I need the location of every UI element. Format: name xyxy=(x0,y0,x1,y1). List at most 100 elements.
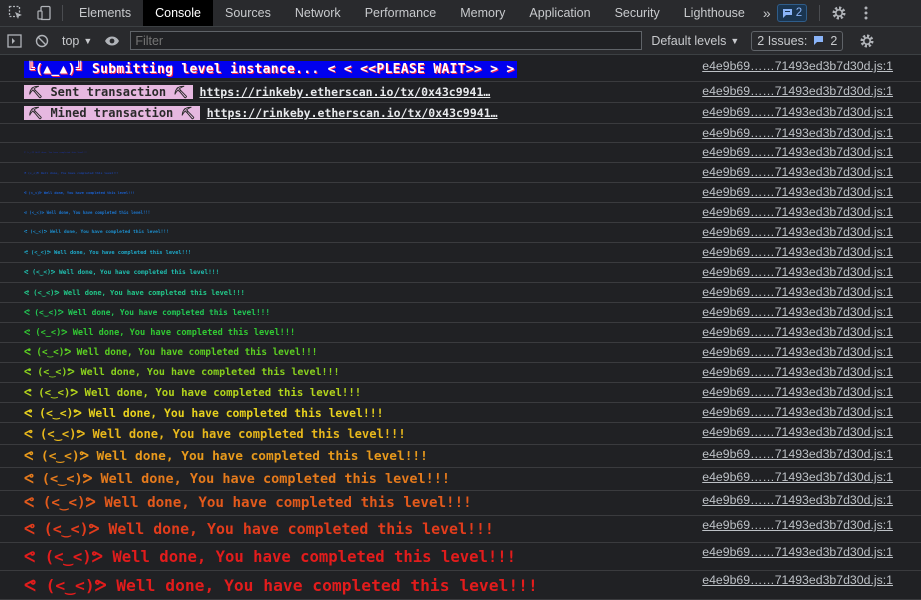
more-options-icon[interactable] xyxy=(854,0,878,26)
source-link[interactable]: e4e9b69……71493ed3b7d30d.js:1 xyxy=(702,84,893,98)
console-settings-gear-icon[interactable] xyxy=(853,27,881,54)
source-link[interactable]: e4e9b69……71493ed3b7d30d.js:1 xyxy=(702,365,893,379)
tab-application[interactable]: Application xyxy=(517,0,602,26)
log-row: ᕙ (<‿<)ᕗ Well done, You have completed t… xyxy=(0,283,921,303)
source-link[interactable]: e4e9b69……71493ed3b7d30d.js:1 xyxy=(702,447,893,461)
log-message: ᕙ (<‿<)ᕗ Well done, You have completed t… xyxy=(24,543,516,570)
log-message: ᕙ (<‿<)ᕗ Well done, You have completed t… xyxy=(24,323,295,342)
source-link[interactable]: e4e9b69……71493ed3b7d30d.js:1 xyxy=(702,425,893,439)
filter-input[interactable] xyxy=(130,31,643,50)
source-link[interactable]: e4e9b69……71493ed3b7d30d.js:1 xyxy=(702,265,893,279)
log-message: ᕙ (<‿<)ᕗ Well done, You have completed t… xyxy=(24,445,428,467)
tab-network[interactable]: Network xyxy=(283,0,353,26)
log-message: ᕙ (<‿<)ᕗ Well done, You have completed t… xyxy=(24,263,219,282)
tab-lighthouse[interactable]: Lighthouse xyxy=(672,0,757,26)
source-link[interactable]: e4e9b69……71493ed3b7d30d.js:1 xyxy=(702,545,893,559)
log-row: ᕙ (<‿<)ᕗ Well done, You have completed t… xyxy=(0,243,921,263)
source-link[interactable]: e4e9b69……71493ed3b7d30d.js:1 xyxy=(702,405,893,419)
log-row: ᕙ (<‿<)ᕗ Well done, You have completed t… xyxy=(0,163,921,183)
well-done-text: ᕙ (<‿<)ᕗ Well done, You have completed t… xyxy=(24,547,517,566)
well-done-text: ᕙ (<‿<)ᕗ Well done, You have completed t… xyxy=(24,347,318,358)
source-link[interactable]: e4e9b69……71493ed3b7d30d.js:1 xyxy=(702,225,893,239)
well-done-text: ᕙ (<‿<)ᕗ Well done, You have completed t… xyxy=(24,269,220,276)
settings-gear-icon[interactable] xyxy=(824,0,854,26)
log-message: ᕙ (<‿<)ᕗ Well done, You have completed t… xyxy=(24,163,119,182)
source-link[interactable]: e4e9b69……71493ed3b7d30d.js:1 xyxy=(702,185,893,199)
live-expression-eye-icon[interactable] xyxy=(98,27,126,54)
log-message: ᕙ (<‿<)ᕗ Well done, You have completed t… xyxy=(24,183,134,202)
issues-label: 2 Issues: xyxy=(757,33,808,48)
log-row: ᕙ (<‿<)ᕗ Well done, You have completed t… xyxy=(0,183,921,203)
log-row: ᕙ (<‿<)ᕗ Well done, You have completed t… xyxy=(0,303,921,323)
log-message: ⛏ Sent transaction ⛏ https://rinkeby.eth… xyxy=(24,82,490,102)
log-message: ᕙ (<‿<)ᕗ Well done, You have completed t… xyxy=(24,143,87,162)
source-link[interactable]: e4e9b69……71493ed3b7d30d.js:1 xyxy=(702,345,893,359)
log-row: ╚(▲_▲)╝ Submitting level instance... < < … xyxy=(0,57,921,82)
well-done-text: ᕙ (<‿<)ᕗ Well done, You have completed t… xyxy=(24,249,192,256)
source-link[interactable]: e4e9b69……71493ed3b7d30d.js:1 xyxy=(702,105,893,119)
log-message: ᕙ (<‿<)ᕗ Well done, You have completed t… xyxy=(24,203,150,222)
more-tabs-button[interactable]: » xyxy=(757,5,777,21)
console-toolbar: top ▼ Default levels ▼ 2 Issues: 2 xyxy=(0,27,921,55)
mined-transaction-link[interactable]: https://rinkeby.etherscan.io/tx/0x43c994… xyxy=(207,106,498,120)
message-icon xyxy=(814,36,824,45)
log-row: ⛏ Mined transaction ⛏ https://rinkeby.et… xyxy=(0,103,921,124)
source-link[interactable]: e4e9b69……71493ed3b7d30d.js:1 xyxy=(702,205,893,219)
log-row: ᕙ (<‿<)ᕗ Well done, You have completed t… xyxy=(0,343,921,363)
tab-memory[interactable]: Memory xyxy=(448,0,517,26)
source-link[interactable]: e4e9b69……71493ed3b7d30d.js:1 xyxy=(702,305,893,319)
tab-performance[interactable]: Performance xyxy=(353,0,449,26)
log-row: ᕙ (<‿<)ᕗ Well done, You have completed t… xyxy=(0,223,921,243)
log-message: ᕙ (<‿<)ᕗ Well done, You have completed t… xyxy=(24,571,538,599)
sidebar-toggle-icon[interactable] xyxy=(0,27,28,54)
chevron-down-icon: ▼ xyxy=(730,35,740,46)
levels-label: Default levels xyxy=(651,33,727,48)
log-message: ᕙ (<‿<)ᕗ Well done, You have completed t… xyxy=(24,423,406,444)
inspect-element-icon[interactable] xyxy=(0,0,32,26)
tab-security[interactable]: Security xyxy=(603,0,672,26)
well-done-text: ᕙ (<‿<)ᕗ Well done, You have completed t… xyxy=(24,405,384,420)
device-toolbar-icon[interactable] xyxy=(32,0,58,26)
log-message: ᕙ (<‿<)ᕗ Well done, You have completed t… xyxy=(24,363,340,382)
log-row: ᕙ (<‿<)ᕗ Well done, You have completed t… xyxy=(0,203,921,223)
mined-transaction-label: ⛏ Mined transaction ⛏ xyxy=(24,106,200,120)
well-done-rows: e4e9b69……71493ed3b7d30d.js:1 ᕙ (<‿<)ᕗ Wel… xyxy=(0,124,921,600)
source-link[interactable]: e4e9b69……71493ed3b7d30d.js:1 xyxy=(702,518,893,532)
issues-button[interactable]: 2 Issues: 2 xyxy=(751,30,844,51)
well-done-text: ᕙ (<‿<)ᕗ Well done, You have completed t… xyxy=(24,367,340,378)
source-link[interactable]: e4e9b69……71493ed3b7d30d.js:1 xyxy=(702,145,893,159)
well-done-text: ᕙ (<‿<)ᕗ Well done, You have completed t… xyxy=(24,190,135,195)
log-row: ᕙ (<‿<)ᕗ Well done, You have completed t… xyxy=(0,323,921,343)
well-done-text: ᕙ (<‿<)ᕗ Well done, You have completed t… xyxy=(24,471,450,487)
source-link[interactable]: e4e9b69……71493ed3b7d30d.js:1 xyxy=(702,285,893,299)
well-done-text: ᕙ (<‿<)ᕗ Well done, You have completed t… xyxy=(24,151,88,154)
source-link[interactable]: e4e9b69……71493ed3b7d30d.js:1 xyxy=(702,59,893,73)
sent-transaction-link[interactable]: https://rinkeby.etherscan.io/tx/0x43c994… xyxy=(200,85,491,99)
log-row: ᕙ (<‿<)ᕗ Well done, You have completed t… xyxy=(0,263,921,283)
tab-sources[interactable]: Sources xyxy=(213,0,283,26)
well-done-text: ᕙ (<‿<)ᕗ Well done, You have completed t… xyxy=(24,495,472,511)
clear-console-icon[interactable] xyxy=(28,27,56,54)
well-done-text: ᕙ (<‿<)ᕗ Well done, You have completed t… xyxy=(24,230,169,235)
source-link[interactable]: e4e9b69……71493ed3b7d30d.js:1 xyxy=(702,165,893,179)
tab-elements[interactable]: Elements xyxy=(67,0,143,26)
source-link[interactable]: e4e9b69……71493ed3b7d30d.js:1 xyxy=(702,385,893,399)
messages-badge[interactable]: 2 xyxy=(776,4,808,22)
log-message: ᕙ (<‿<)ᕗ Well done, You have completed t… xyxy=(24,243,191,262)
log-row: ᕙ (<‿<)ᕗ Well done, You have completed t… xyxy=(0,423,921,445)
tab-console[interactable]: Console xyxy=(143,0,213,26)
log-levels-dropdown[interactable]: Default levels ▼ xyxy=(651,34,739,48)
context-selector[interactable]: top ▼ xyxy=(56,34,98,48)
well-done-text: ᕙ (<‿<)ᕗ Well done, You have completed t… xyxy=(24,575,538,595)
source-link[interactable]: e4e9b69……71493ed3b7d30d.js:1 xyxy=(702,573,893,587)
source-link[interactable]: e4e9b69……71493ed3b7d30d.js:1 xyxy=(702,325,893,339)
devtools-tabbar: Elements Console Sources Network Perform… xyxy=(0,0,921,27)
source-link[interactable]: e4e9b69……71493ed3b7d30d.js:1 xyxy=(702,470,893,484)
source-link[interactable]: e4e9b69……71493ed3b7d30d.js:1 xyxy=(702,245,893,259)
source-link[interactable]: e4e9b69……71493ed3b7d30d.js:1 xyxy=(702,126,893,140)
log-row: ᕙ (<‿<)ᕗ Well done, You have completed t… xyxy=(0,445,921,468)
source-link[interactable]: e4e9b69……71493ed3b7d30d.js:1 xyxy=(702,493,893,507)
log-message: ⛏ Mined transaction ⛏ https://rinkeby.et… xyxy=(24,103,498,123)
log-message: ╚(▲_▲)╝ Submitting level instance... < < … xyxy=(24,57,518,81)
issues-count: 2 xyxy=(830,33,838,48)
